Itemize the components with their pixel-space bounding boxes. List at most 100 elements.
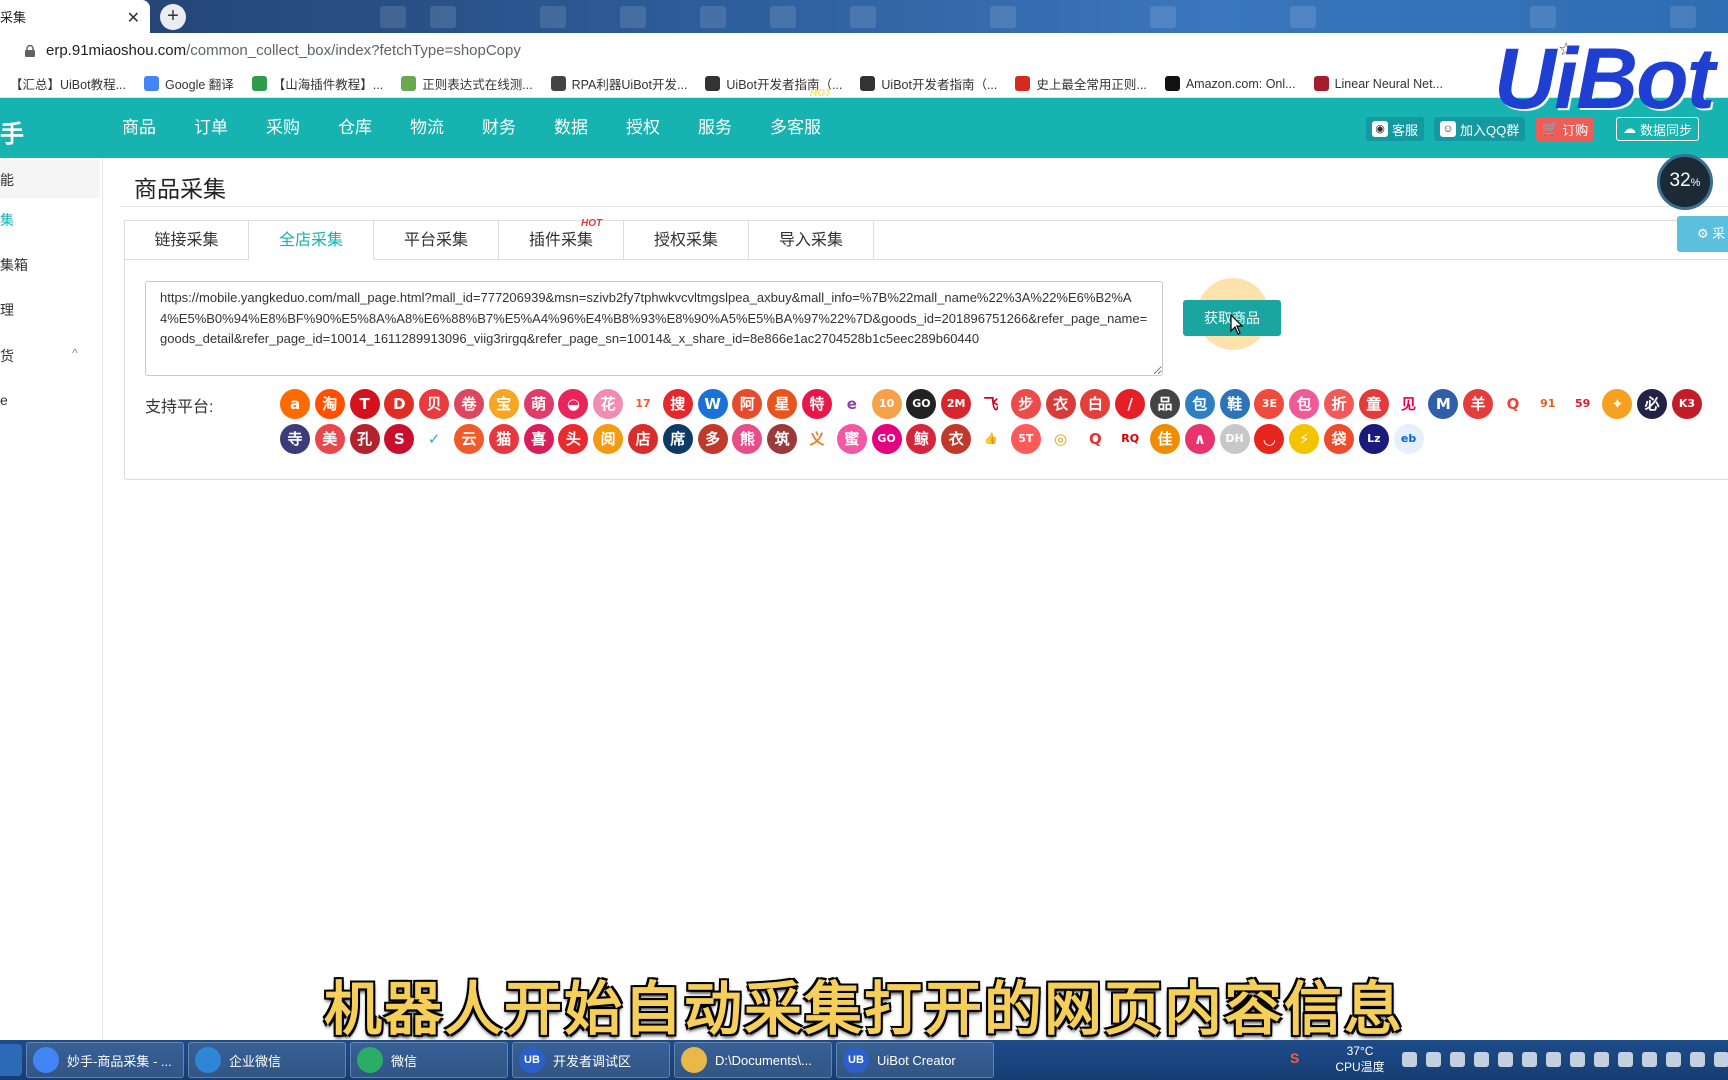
platform-logo-icon[interactable]: 特 (802, 389, 832, 419)
tray-icon[interactable] (1618, 1052, 1633, 1067)
tray-icon[interactable] (1594, 1052, 1609, 1067)
nav-item[interactable]: 数据 (554, 98, 588, 158)
platform-logo-icon[interactable]: 孔 (349, 424, 380, 454)
platform-logo-icon[interactable]: 包 (1184, 389, 1215, 419)
platform-logo-icon[interactable]: 搜 (662, 389, 693, 419)
platform-logo-icon[interactable]: 喜 (523, 424, 554, 454)
bookmark-item[interactable]: 【汇总】UiBot教程... (10, 74, 126, 93)
platform-logo-icon[interactable]: T (349, 389, 380, 419)
nav-item[interactable]: 物流 (410, 98, 444, 158)
platform-logo-icon[interactable]: 贝 (419, 389, 450, 419)
customer-service-button[interactable]: ◉ 客服 (1366, 117, 1425, 141)
sidebar-item-1[interactable]: 集 (0, 210, 100, 230)
platform-logo-icon[interactable]: W (697, 389, 728, 419)
nav-item[interactable]: 授权 (626, 98, 660, 158)
ime-icon[interactable]: S (1290, 1050, 1299, 1066)
platform-logo-icon[interactable]: 包 (1289, 389, 1320, 419)
tray-icon[interactable] (1666, 1052, 1681, 1067)
sidebar-item-3[interactable]: 理 (0, 300, 100, 320)
sidebar-item-4[interactable]: 货 ^ (0, 346, 100, 366)
platform-logo-icon[interactable]: e (836, 389, 867, 419)
address-bar[interactable]: erp.91miaoshou.com/common_collect_box/in… (0, 33, 1728, 70)
sidebar-item-0[interactable]: 能 (0, 160, 100, 198)
sidebar-item-5[interactable]: e (0, 392, 100, 408)
platform-logo-icon[interactable]: 寺 (280, 424, 310, 454)
nav-item[interactable]: 服务 (698, 98, 732, 158)
platform-logo-icon[interactable]: 91 (1532, 389, 1563, 419)
platform-logo-icon[interactable]: 步 (1010, 389, 1041, 419)
platform-logo-icon[interactable]: 衣 (1045, 389, 1076, 419)
platform-logo-icon[interactable]: 多 (697, 424, 728, 454)
platform-logo-icon[interactable]: GO (871, 424, 902, 454)
new-tab-button[interactable]: + (160, 4, 186, 30)
platform-logo-icon[interactable]: 宝 (488, 389, 519, 419)
nav-item[interactable]: 订单 (194, 98, 228, 158)
tray-icon[interactable] (1570, 1052, 1585, 1067)
platform-logo-icon[interactable]: 折 (1324, 389, 1354, 419)
platform-logo-icon[interactable]: DH (1219, 424, 1250, 454)
tray-icon[interactable] (1690, 1052, 1705, 1067)
tray-icon[interactable] (1642, 1052, 1657, 1067)
platform-logo-icon[interactable]: 必 (1637, 389, 1668, 419)
platform-logo-icon[interactable]: 鞋 (1219, 389, 1250, 419)
platform-logo-icon[interactable]: 云 (454, 424, 484, 454)
side-collect-button[interactable]: ⚙ 采 (1677, 216, 1728, 252)
taskbar-item[interactable]: 微信 (350, 1042, 508, 1078)
platform-logo-icon[interactable]: RQ (1115, 424, 1146, 454)
sidebar-item-2[interactable]: 集箱 (0, 255, 100, 275)
start-button[interactable] (0, 1044, 22, 1076)
bookmark-item[interactable]: UiBot开发者指南（... (860, 74, 997, 93)
nav-item[interactable]: 采购 (266, 98, 300, 158)
platform-logo-icon[interactable]: 花 (593, 389, 624, 419)
platform-logo-icon[interactable]: 羊 (1463, 389, 1494, 419)
collect-tab[interactable]: 授权采集 (624, 220, 749, 260)
nav-item[interactable]: 多客服 HOT (770, 88, 831, 158)
browser-tab-active[interactable]: 采集 ✕ (0, 0, 150, 33)
platform-logo-icon[interactable]: 2M (941, 389, 972, 419)
platform-logo-icon[interactable]: 见 (1393, 389, 1424, 419)
platform-logo-icon[interactable]: 童 (1358, 389, 1389, 419)
taskbar-item[interactable]: D:\Documents\... (674, 1042, 832, 1078)
nav-item[interactable]: 仓库 (338, 98, 372, 158)
tray-icon[interactable] (1498, 1052, 1513, 1067)
platform-logo-icon[interactable]: 袋 (1324, 424, 1354, 454)
taskbar-item[interactable]: 企业微信 (188, 1042, 346, 1078)
platform-logo-icon[interactable]: 17 (628, 389, 658, 419)
platform-logo-icon[interactable]: / (1115, 389, 1146, 419)
platform-logo-icon[interactable]: 猫 (488, 424, 519, 454)
bookmark-item[interactable]: 史上最全常用正则... (1015, 74, 1147, 93)
platform-logo-icon[interactable]: 萌 (523, 389, 554, 419)
nav-item[interactable]: 财务 (482, 98, 516, 158)
close-tab-icon[interactable]: ✕ (127, 8, 140, 28)
bookmark-item[interactable]: Linear Neural Net... (1313, 76, 1443, 91)
platform-logo-icon[interactable]: 👍 (976, 424, 1006, 454)
collect-tab[interactable]: 导入采集 (749, 220, 874, 260)
nav-item[interactable]: 商品 (122, 98, 156, 158)
platform-logo-icon[interactable]: 星 (767, 389, 798, 419)
bookmark-item[interactable]: 正则表达式在线测... (401, 74, 533, 93)
taskbar-item[interactable]: UB 开发者调试区 (512, 1042, 670, 1078)
platform-logo-icon[interactable]: 席 (662, 424, 693, 454)
platform-logo-icon[interactable]: 淘 (314, 389, 345, 419)
platform-logo-icon[interactable]: 卷 (454, 389, 484, 419)
platform-logo-icon[interactable]: a (280, 389, 310, 419)
platform-logo-icon[interactable]: 品 (1150, 389, 1180, 419)
chevron-up-icon[interactable]: ^ (72, 346, 78, 360)
bookmark-item[interactable]: Amazon.com: Onl... (1164, 76, 1296, 91)
collect-tab[interactable]: 平台采集 (374, 220, 499, 260)
bookmark-item[interactable]: Google 翻译 (144, 74, 234, 93)
tray-icon[interactable] (1714, 1052, 1728, 1067)
platform-logo-icon[interactable]: Lz (1358, 424, 1389, 454)
platform-logo-icon[interactable]: 5T (1010, 424, 1041, 454)
platform-logo-icon[interactable]: Q (1498, 389, 1528, 419)
collect-tab[interactable]: 全店采集 (249, 220, 374, 260)
platform-logo-icon[interactable]: 义 (802, 424, 832, 454)
collect-tab[interactable]: 链接采集 (124, 220, 249, 260)
platform-logo-icon[interactable]: 飞 (976, 389, 1006, 419)
tray-icon[interactable] (1402, 1052, 1417, 1067)
shop-url-textarea[interactable]: https://mobile.yangkeduo.com/mall_page.h… (145, 281, 1163, 376)
platform-logo-icon[interactable]: eb (1393, 424, 1424, 454)
taskbar-item[interactable]: UB UiBot Creator (836, 1042, 994, 1078)
platform-logo-icon[interactable]: ◎ (1045, 424, 1076, 454)
bookmark-item[interactable]: RPA利器UiBot开发... (550, 74, 687, 93)
